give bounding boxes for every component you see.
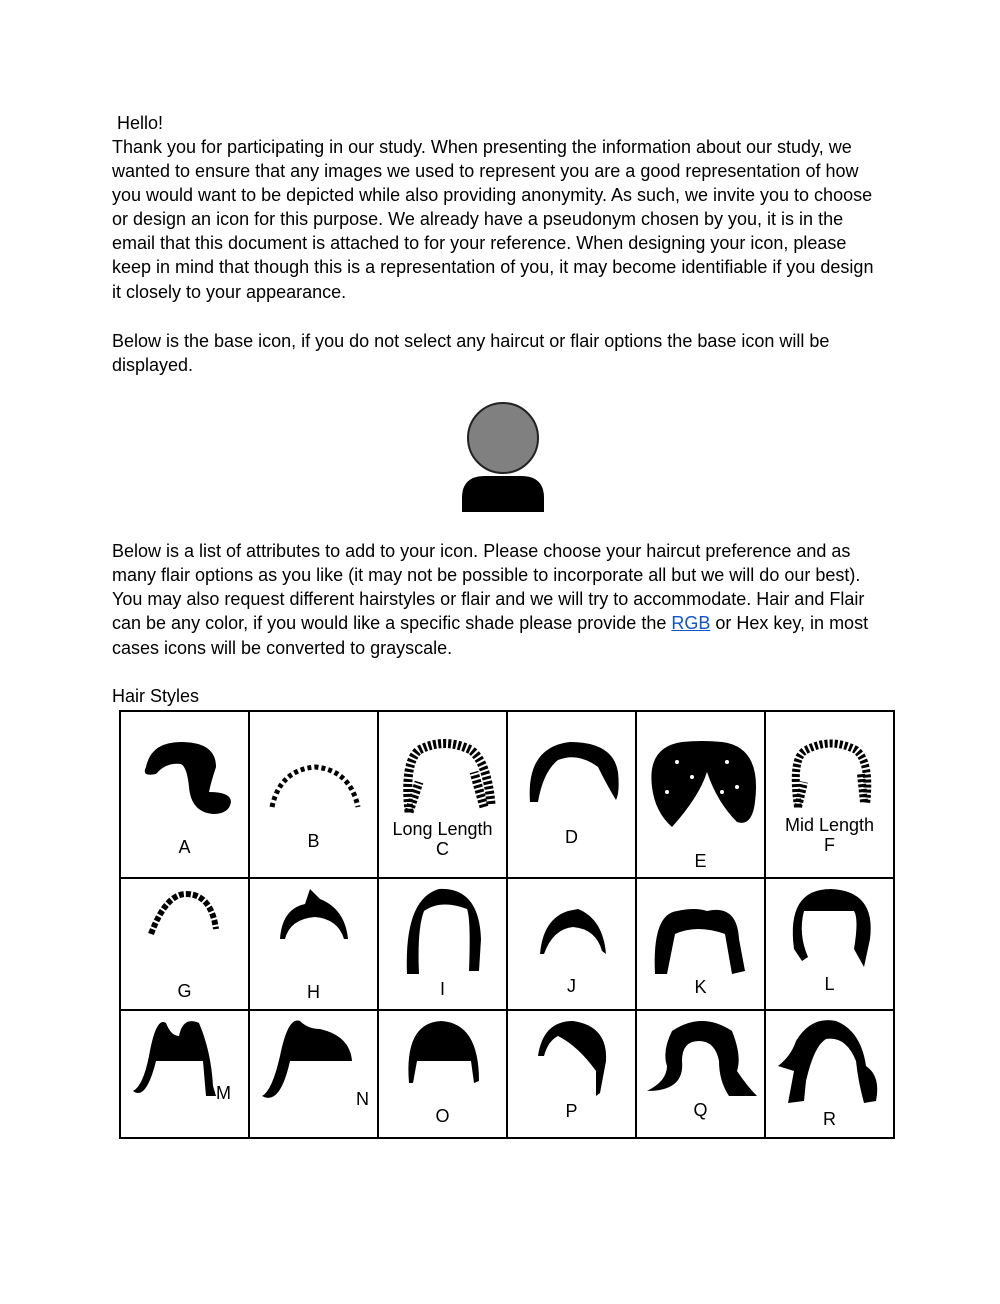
hair-option-a[interactable]: A bbox=[119, 710, 250, 879]
hair-label: M bbox=[216, 1083, 231, 1103]
hair-d-icon bbox=[529, 742, 619, 802]
hair-m-icon bbox=[133, 1021, 216, 1096]
hair-label: P bbox=[565, 1101, 578, 1121]
text-line: You may also request different hairstyle… bbox=[112, 589, 865, 609]
hair-label: L bbox=[824, 974, 835, 994]
hair-b-icon bbox=[269, 764, 361, 808]
hair-label: I bbox=[439, 979, 445, 999]
hair-option-b[interactable]: B bbox=[248, 710, 379, 879]
hair-label: C bbox=[436, 839, 449, 859]
hair-option-p[interactable]: P bbox=[506, 1009, 637, 1139]
hair-label: D bbox=[565, 827, 578, 847]
hair-option-e[interactable]: E bbox=[635, 710, 766, 879]
avatar-head bbox=[467, 402, 539, 474]
hair-option-k[interactable]: K bbox=[635, 877, 766, 1011]
hair-label: R bbox=[823, 1109, 836, 1129]
text-line: Below is a list of attributes to add to … bbox=[112, 541, 851, 561]
hair-e-icon bbox=[651, 741, 757, 827]
text-line: Thank you for participating in our study… bbox=[112, 137, 852, 157]
text-line: or design an icon for this purpose. We a… bbox=[112, 209, 844, 229]
hair-label: H bbox=[307, 982, 320, 1002]
text-line: can be any color, if you would like a sp… bbox=[112, 611, 868, 635]
hair-option-q[interactable]: Q bbox=[635, 1009, 766, 1139]
hair-option-n[interactable]: N bbox=[248, 1009, 379, 1139]
text-segment: or Hex key, in most bbox=[710, 613, 869, 633]
text-line: keep in mind that though this is a repre… bbox=[112, 257, 874, 277]
hair-label: J bbox=[567, 976, 576, 996]
hair-option-j[interactable]: J bbox=[506, 877, 637, 1011]
hair-label: Q bbox=[693, 1100, 708, 1120]
hair-n-icon bbox=[262, 1020, 352, 1098]
text-line: many flair options as you like (it may n… bbox=[112, 565, 861, 585]
hair-styles-heading: Hair Styles bbox=[112, 686, 200, 706]
hair-p-icon bbox=[538, 1021, 607, 1096]
hair-styles-table: A B Long Length C D E Mid Length F G H I… bbox=[119, 710, 895, 1139]
hair-caption: Long Length bbox=[392, 819, 493, 839]
hair-option-h[interactable]: H bbox=[248, 877, 379, 1011]
hair-label: F bbox=[824, 835, 835, 855]
hair-a-icon bbox=[144, 742, 231, 814]
hair-option-c[interactable]: Long Length C bbox=[377, 710, 508, 879]
hair-label: O bbox=[435, 1106, 450, 1126]
hair-label: G bbox=[177, 981, 192, 1001]
hair-label: A bbox=[178, 837, 191, 857]
hair-label: K bbox=[694, 977, 707, 997]
text-line: you would want to be depicted while also… bbox=[112, 185, 873, 205]
text-line: wanted to ensure that any images we used… bbox=[112, 161, 859, 181]
hair-option-m[interactable]: M bbox=[119, 1009, 250, 1139]
text-line: email that this document is attached to … bbox=[112, 233, 847, 253]
hair-label: B bbox=[307, 831, 320, 851]
hair-label: E bbox=[694, 851, 707, 871]
hair-option-r[interactable]: R bbox=[764, 1009, 895, 1139]
hair-option-f[interactable]: Mid Length F bbox=[764, 710, 895, 879]
rgb-link[interactable]: RGB bbox=[671, 613, 710, 633]
base-avatar-icon bbox=[462, 402, 544, 512]
text-segment: can be any color, if you would like a sp… bbox=[112, 613, 672, 633]
hair-caption: Mid Length bbox=[784, 815, 875, 835]
greeting: Hello! bbox=[112, 113, 164, 133]
hair-label: N bbox=[356, 1089, 369, 1109]
hair-option-d[interactable]: D bbox=[506, 710, 637, 879]
text-line: it closely to your appearance. bbox=[112, 282, 347, 302]
hair-option-g[interactable]: G bbox=[119, 877, 250, 1011]
hair-q-icon bbox=[647, 1021, 757, 1096]
hair-option-o[interactable]: O bbox=[377, 1009, 508, 1139]
text-line: Below is the base icon, if you do not se… bbox=[112, 331, 830, 351]
hair-option-i[interactable]: I bbox=[377, 877, 508, 1011]
hair-option-l[interactable]: L bbox=[764, 877, 895, 1011]
avatar-body bbox=[462, 476, 544, 512]
text-line: displayed. bbox=[112, 355, 194, 375]
text-line: cases icons will be converted to graysca… bbox=[112, 638, 453, 658]
